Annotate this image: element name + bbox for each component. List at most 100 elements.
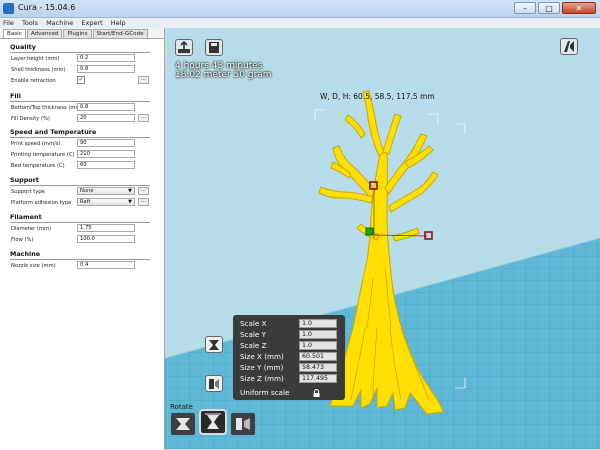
bottom-top-thickness-label: Bottom/Top thickness (mm) xyxy=(11,105,83,111)
platform-adhesion-more-button[interactable]: ... xyxy=(138,198,149,206)
section-machine-title: Machine xyxy=(10,250,41,258)
fill-density-label: Fill Density (%) xyxy=(11,116,50,122)
view-mode-button[interactable] xyxy=(560,38,578,55)
menu-help[interactable]: Help xyxy=(108,18,129,28)
menu-file[interactable]: File xyxy=(0,18,17,28)
fill-density-input[interactable]: 20 xyxy=(77,114,135,122)
3d-viewport[interactable]: 4 hours 43 minutes 18.02 meter 50 gram W… xyxy=(165,28,600,449)
layer-height-input[interactable]: 0.2 xyxy=(77,54,135,62)
tab-basic[interactable]: Basic xyxy=(3,29,26,38)
size-y-input[interactable]: 58.473 xyxy=(299,363,337,372)
uniform-scale-label: Uniform scale xyxy=(240,388,290,397)
load-model-button[interactable] xyxy=(175,39,193,56)
section-divider xyxy=(10,52,150,53)
platform-adhesion-select[interactable]: Raft ▼ xyxy=(77,198,135,206)
size-z-input[interactable]: 117.495 xyxy=(299,374,337,383)
section-divider xyxy=(10,259,150,260)
menu-expert[interactable]: Expert xyxy=(78,18,105,28)
size-x-label: Size X (mm) xyxy=(240,352,284,361)
rotate-tool-button[interactable] xyxy=(171,413,195,435)
scale-tool-button[interactable] xyxy=(205,336,223,353)
scale-x-input[interactable]: 1.0 xyxy=(299,319,337,328)
section-divider xyxy=(10,137,150,138)
nozzle-size-label: Nozzle size (mm) xyxy=(11,263,56,269)
view-mode-icon xyxy=(564,41,574,52)
support-type-select[interactable]: None ▼ xyxy=(77,187,135,195)
y-axis-handle xyxy=(365,227,374,236)
scale-icon xyxy=(209,340,219,350)
shell-thickness-label: Shell thickness (mm) xyxy=(11,67,66,73)
save-toolpath-button[interactable] xyxy=(205,39,223,56)
platform-adhesion-label: Platform adhesion type xyxy=(11,200,72,206)
basic-settings: Quality Layer height (mm) 0.2 Shell thic… xyxy=(0,38,164,450)
tab-advanced[interactable]: Advanced xyxy=(26,29,63,38)
rotate-label: Rotate xyxy=(170,403,193,411)
bottom-top-thickness-input[interactable]: 0.8 xyxy=(77,103,135,111)
nozzle-size-input[interactable]: 0.4 xyxy=(77,261,135,269)
scale-active-tool-button[interactable] xyxy=(199,409,227,435)
bed-temperature-input[interactable]: 60 xyxy=(77,161,135,169)
section-divider xyxy=(10,222,150,223)
minimize-button[interactable]: – xyxy=(514,2,536,14)
mirror-icon xyxy=(209,379,219,389)
section-quality-title: Quality xyxy=(10,43,36,51)
size-z-label: Size Z (mm) xyxy=(240,374,284,383)
scale-y-label: Scale Y xyxy=(240,330,267,339)
menu-bar: File Tools Machine Expert Help xyxy=(0,18,600,28)
tab-plugins[interactable]: Plugins xyxy=(63,29,92,38)
layer-height-label: Layer height (mm) xyxy=(11,56,60,62)
diameter-input[interactable]: 1.75 xyxy=(77,224,135,232)
menu-machine[interactable]: Machine xyxy=(43,18,76,28)
flow-input[interactable]: 100.0 xyxy=(77,235,135,243)
shell-thickness-input[interactable]: 0.8 xyxy=(77,65,135,73)
support-type-value: None xyxy=(80,188,94,194)
section-speed-title: Speed and Temperature xyxy=(10,128,97,136)
scale-z-input[interactable]: 1.0 xyxy=(299,341,337,350)
cura-app-icon xyxy=(3,3,14,14)
maximize-button[interactable]: □ xyxy=(538,2,560,14)
rotate-icon xyxy=(176,418,190,430)
lock-icon[interactable] xyxy=(312,389,321,397)
window-controls: – □ ✕ xyxy=(512,2,596,14)
settings-panel: Basic Advanced Plugins Start/End-GCode Q… xyxy=(0,28,165,450)
bed-temperature-label: Bed temperature (C) xyxy=(11,163,65,169)
dropdown-arrow-icon: ▼ xyxy=(128,188,132,194)
tab-start-end-gcode[interactable]: Start/End-GCode xyxy=(92,29,148,38)
printing-temperature-input[interactable]: 210 xyxy=(77,150,135,158)
scale-panel: Scale X 1.0 Scale Y 1.0 Scale Z 1.0 Size… xyxy=(233,315,345,400)
retraction-checkbox[interactable]: ✓ xyxy=(77,76,85,84)
diameter-label: Diameter (mm) xyxy=(11,226,52,232)
load-icon xyxy=(178,40,190,53)
section-divider xyxy=(10,185,150,186)
printing-temperature-label: Printing temperature (C) xyxy=(11,152,75,158)
scale-z-label: Scale Z xyxy=(240,341,267,350)
platform-adhesion-value: Raft xyxy=(80,199,91,205)
print-speed-input[interactable]: 90 xyxy=(77,139,135,147)
scale-tool-icon xyxy=(205,413,221,429)
settings-tabs: Basic Advanced Plugins Start/End-GCode xyxy=(3,29,149,38)
fill-density-more-button[interactable]: ... xyxy=(138,114,149,122)
section-fill-title: Fill xyxy=(10,92,21,100)
mirror-tool-icon xyxy=(236,418,250,430)
title-bar: Cura - 15.04.6 – □ ✕ xyxy=(0,0,600,18)
support-type-more-button[interactable]: ... xyxy=(138,187,149,195)
window-title: Cura - 15.04.6 xyxy=(18,3,76,12)
retraction-label: Enable retraction xyxy=(11,78,56,84)
section-divider xyxy=(10,101,150,102)
flow-label: Flow (%) xyxy=(11,237,34,243)
scale-x-label: Scale X xyxy=(240,319,267,328)
model-dimensions-text: W, D, H: 60.5, 58.5, 117.5 mm xyxy=(320,92,435,101)
menu-tools[interactable]: Tools xyxy=(19,18,41,28)
dropdown-arrow-icon: ▼ xyxy=(128,199,132,205)
mirror-active-tool-button[interactable] xyxy=(231,413,255,435)
scale-y-input[interactable]: 1.0 xyxy=(299,330,337,339)
mirror-tool-button[interactable] xyxy=(205,375,223,392)
support-type-label: Support type xyxy=(11,189,45,195)
print-speed-label: Print speed (mm/s) xyxy=(11,141,61,147)
section-support-title: Support xyxy=(10,176,39,184)
size-x-input[interactable]: 60.501 xyxy=(299,352,337,361)
section-filament-title: Filament xyxy=(10,213,42,221)
retraction-more-button[interactable]: ... xyxy=(138,76,149,84)
close-button[interactable]: ✕ xyxy=(562,2,596,14)
material-usage-text: 18.02 meter 50 gram xyxy=(175,70,272,80)
